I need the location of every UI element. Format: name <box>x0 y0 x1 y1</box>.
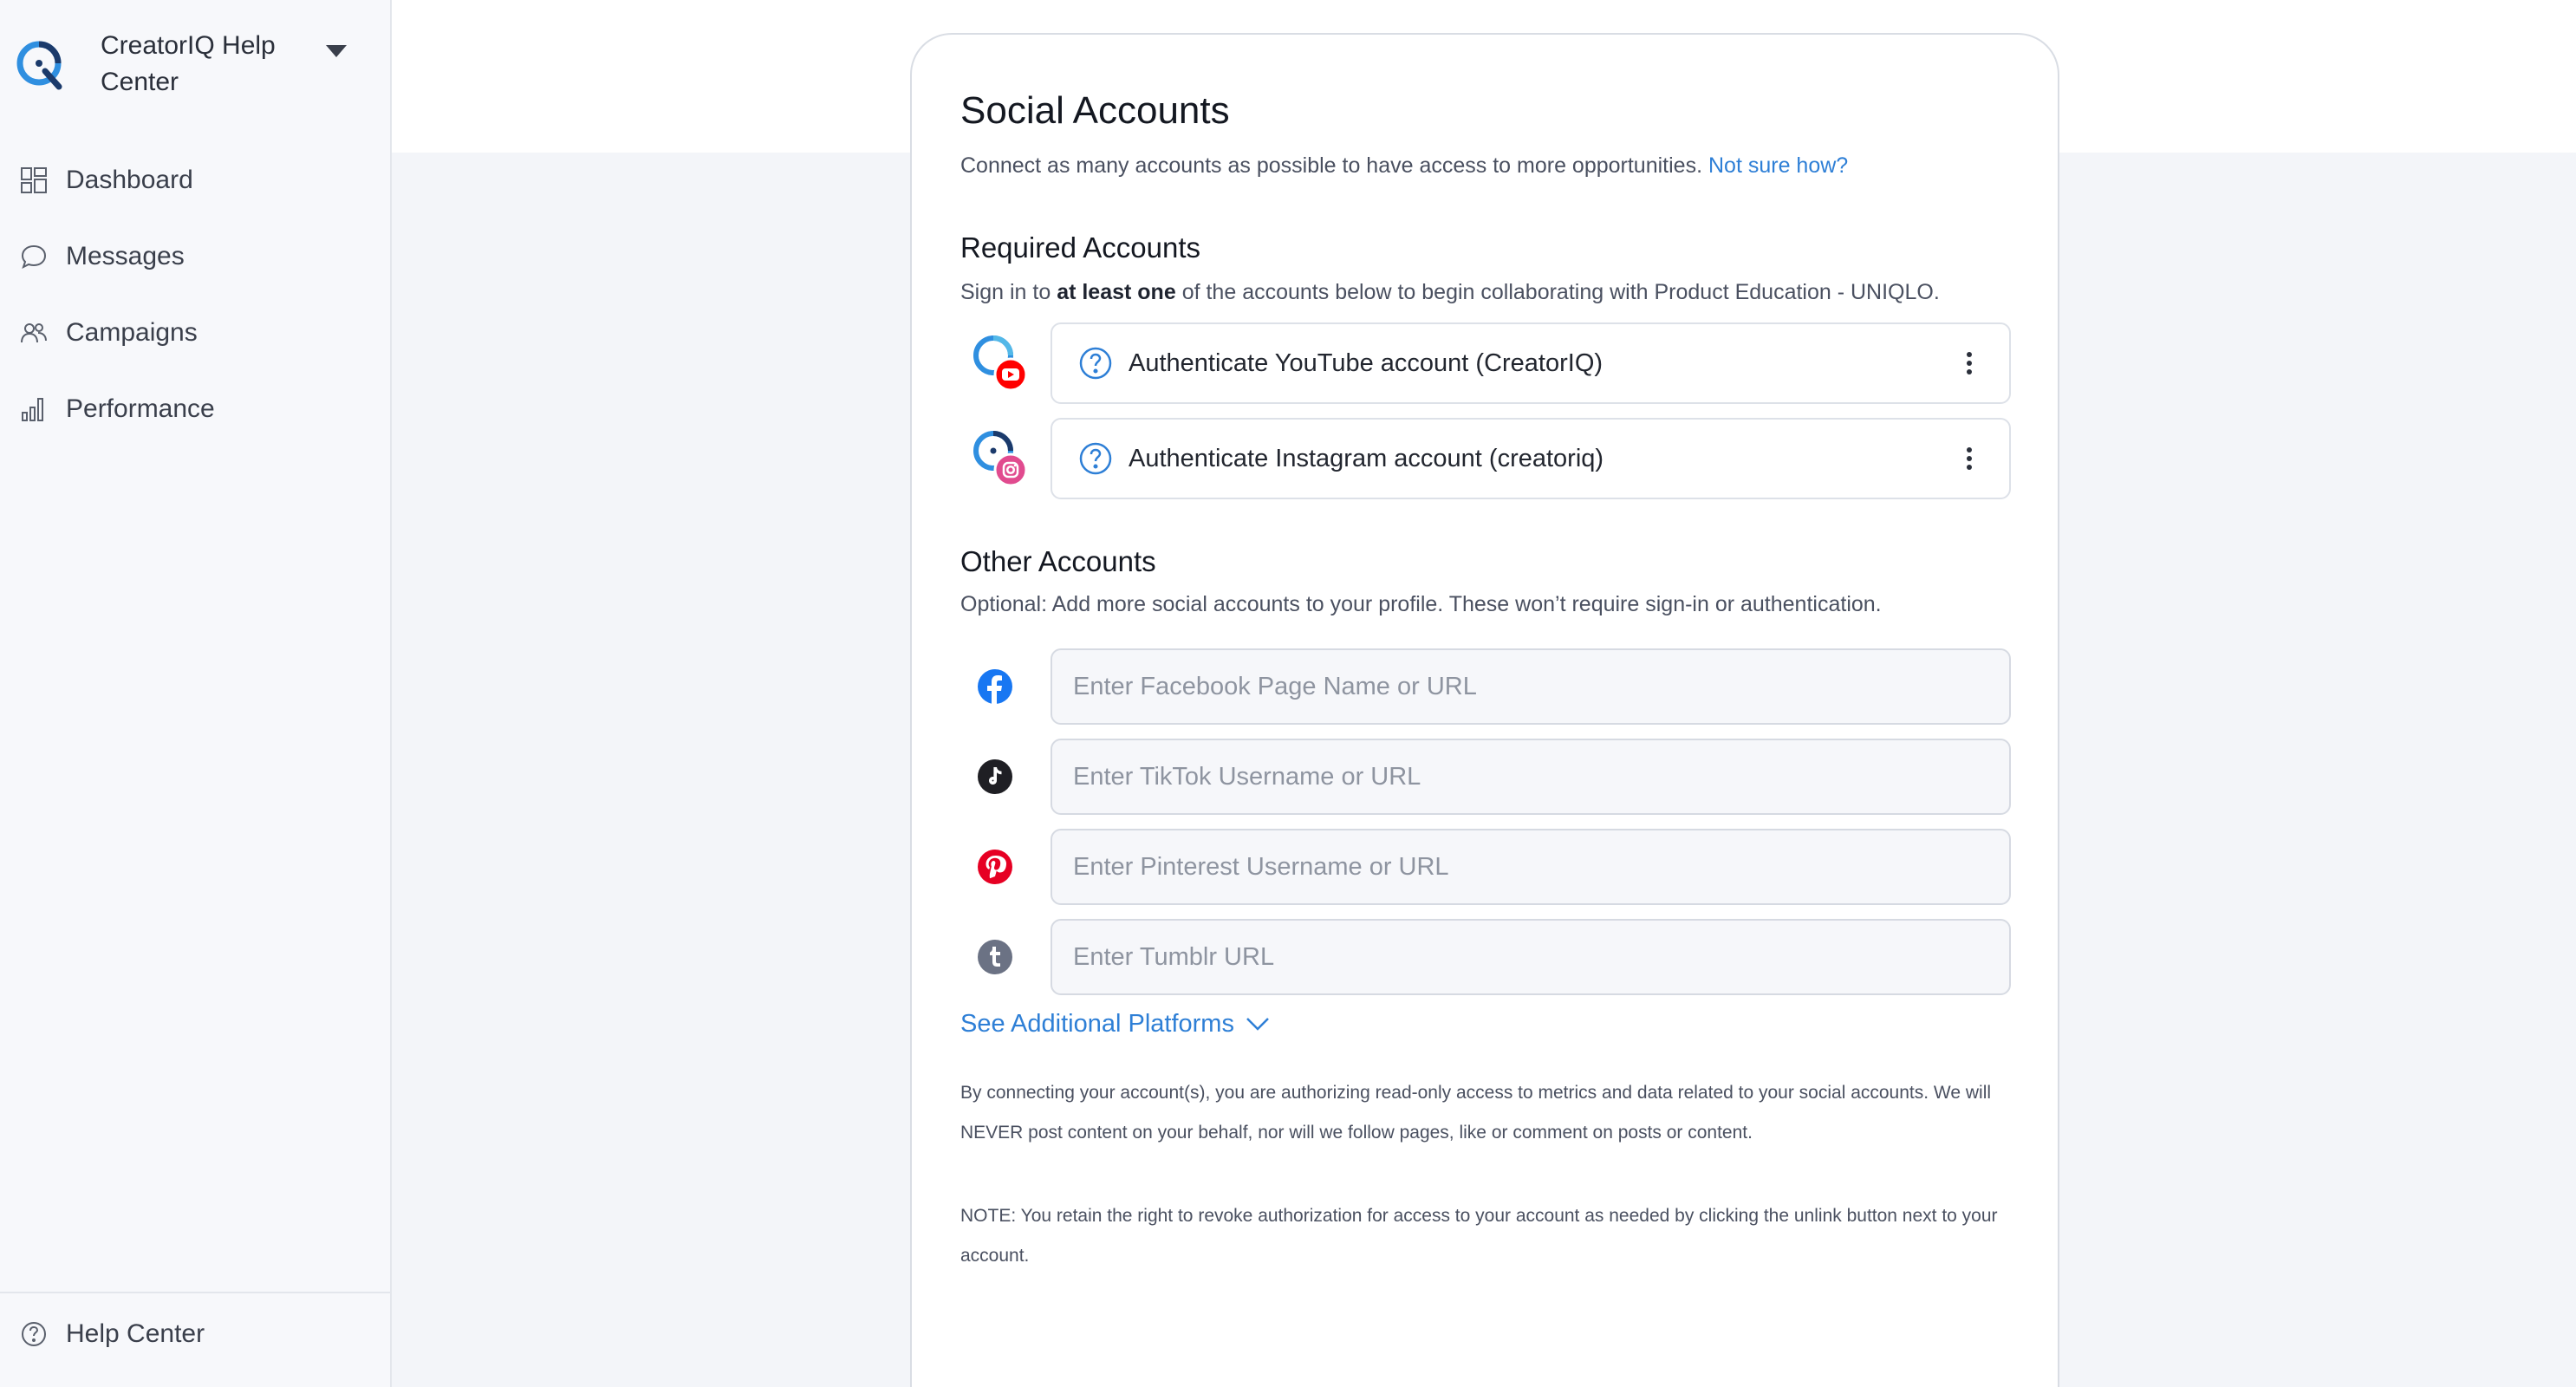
list-item <box>960 829 2014 905</box>
sidebar-item-label: Dashboard <box>66 166 193 194</box>
more-vertical-icon[interactable] <box>1952 346 1987 381</box>
authenticate-youtube-label: Authenticate YouTube account (CreatorIQ) <box>1129 348 1603 377</box>
sidebar-item-label: Performance <box>66 394 215 423</box>
question-circle-icon <box>19 1319 49 1349</box>
more-vertical-icon[interactable] <box>1952 441 1987 476</box>
social-accounts-card: Social Accounts Connect as many accounts… <box>910 33 2059 1387</box>
facebook-input[interactable] <box>1051 648 2011 725</box>
required-desc-prefix: Sign in to <box>960 280 1057 304</box>
pinterest-icon <box>978 850 1012 884</box>
app-root: CreatorIQ Help Center Dashboard Messages… <box>0 0 2576 1387</box>
page-title: Social Accounts <box>960 89 1230 132</box>
chevron-down-icon <box>1246 1018 1269 1031</box>
tumblr-input[interactable] <box>1051 919 2011 995</box>
chat-bubble-icon <box>19 242 49 271</box>
list-item: Authenticate YouTube account (CreatorIQ) <box>960 322 2014 404</box>
authorization-disclaimer: By connecting your account(s), you are a… <box>960 1083 1992 1143</box>
brand-name: CreatorIQ Help Center <box>101 31 276 96</box>
sidebar-item-campaigns[interactable]: Campaigns <box>0 295 392 371</box>
facebook-icon <box>978 669 1012 704</box>
see-additional-platforms-button[interactable]: See Additional Platforms <box>960 1009 2014 1039</box>
sidebar-nav: Dashboard Messages Campaigns Performance <box>0 142 392 447</box>
subtitle-text: Connect as many accounts as possible to … <box>960 153 1703 178</box>
sidebar-item-label: Campaigns <box>66 318 198 347</box>
sidebar-item-help-center[interactable]: Help Center <box>19 1319 205 1349</box>
other-accounts-list <box>960 648 2014 995</box>
tiktok-icon <box>978 759 1012 794</box>
other-accounts-heading: Other Accounts <box>960 545 1156 577</box>
revoke-note: NOTE: You retain the right to revoke aut… <box>960 1206 1998 1266</box>
list-item <box>960 648 2014 725</box>
creatoriq-logo-icon <box>16 41 62 90</box>
see-additional-platforms-label: See Additional Platforms <box>960 1009 1234 1038</box>
required-accounts-desc: Sign in to at least one of the accounts … <box>960 277 2014 307</box>
list-item: Authenticate Instagram account (creatori… <box>960 418 2014 499</box>
sidebar-footer: Help Center <box>0 1292 392 1387</box>
bar-chart-icon <box>19 394 49 424</box>
authenticate-instagram-label: Authenticate Instagram account (creatori… <box>1129 444 1604 472</box>
creatoriq-instagram-avatar-icon <box>973 431 1028 487</box>
question-circle-icon <box>1079 347 1112 380</box>
tumblr-icon <box>978 940 1012 974</box>
authenticate-youtube-button[interactable]: Authenticate YouTube account (CreatorIQ) <box>1051 322 2011 404</box>
not-sure-how-link[interactable]: Not sure how? <box>1708 153 1848 178</box>
required-accounts-heading: Required Accounts <box>960 231 1201 264</box>
other-accounts-desc: Optional: Add more social accounts to yo… <box>960 592 1882 616</box>
pinterest-input[interactable] <box>1051 829 2011 905</box>
people-icon <box>19 318 49 348</box>
required-desc-suffix: of the accounts below to begin collabora… <box>1175 280 1940 304</box>
required-desc-bold: at least one <box>1057 280 1176 304</box>
page-subtitle: Connect as many accounts as possible to … <box>960 151 2014 180</box>
help-center-label: Help Center <box>66 1319 205 1348</box>
creatoriq-youtube-avatar-icon <box>973 335 1028 392</box>
tiktok-input[interactable] <box>1051 739 2011 815</box>
sidebar-item-label: Messages <box>66 242 185 270</box>
brand-switcher[interactable]: CreatorIQ Help Center <box>14 26 378 104</box>
question-circle-icon <box>1079 442 1112 475</box>
dashboard-grid-icon <box>19 166 49 195</box>
sidebar: CreatorIQ Help Center Dashboard Messages… <box>0 0 392 1387</box>
sidebar-item-dashboard[interactable]: Dashboard <box>0 142 392 218</box>
required-accounts-list: Authenticate YouTube account (CreatorIQ) <box>960 322 2014 499</box>
caret-down-icon[interactable] <box>319 35 354 69</box>
sidebar-item-performance[interactable]: Performance <box>0 371 392 447</box>
sidebar-item-messages[interactable]: Messages <box>0 218 392 295</box>
authenticate-instagram-button[interactable]: Authenticate Instagram account (creatori… <box>1051 418 2011 499</box>
list-item <box>960 739 2014 815</box>
list-item <box>960 919 2014 995</box>
